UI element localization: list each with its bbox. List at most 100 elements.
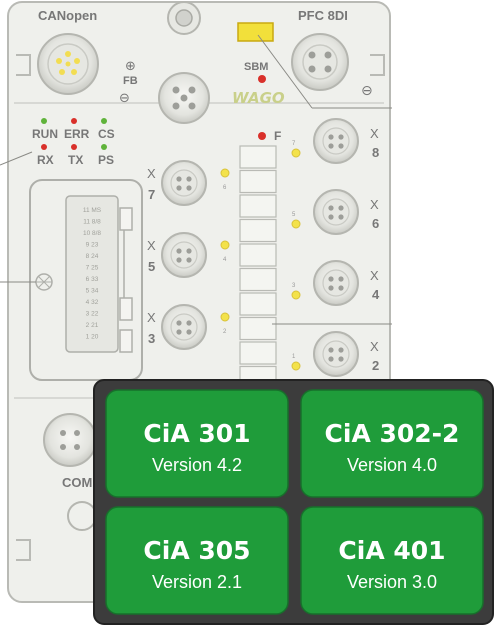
fb-out-icon: ⊖ [119, 90, 130, 105]
com-connector [43, 413, 97, 467]
terminal-slot-label: 8 24 [86, 253, 99, 260]
terminal-slot-label: 10 8/8 [83, 230, 101, 237]
fb-label: FB [123, 75, 138, 87]
port-number-label: 6 [372, 216, 379, 231]
certification-panel: CiA 301Version 4.2CiA 302-2Version 4.0Ci… [93, 379, 494, 625]
m8-port-pin [328, 356, 334, 362]
m8-port-pin [186, 176, 192, 182]
wago-logo: WAGO [232, 89, 285, 107]
sbm-label: SBM [244, 61, 268, 73]
led-tx-label: TX [68, 153, 83, 167]
port-x-label: X [147, 310, 156, 325]
canopen-label: CANopen [38, 8, 97, 23]
terminal-slot-label: 7 25 [86, 265, 99, 272]
port-x-label: X [147, 166, 156, 181]
port-number-label: 4 [372, 287, 380, 302]
m8-port-pin [176, 329, 182, 335]
terminal-slot-label: 4 32 [86, 299, 99, 306]
marker-label-cell [239, 194, 277, 218]
port-led [291, 290, 301, 300]
led-ps-label: PS [98, 153, 114, 167]
port-number-label: 5 [148, 259, 155, 274]
m8-port-pin [176, 257, 182, 263]
port-led [220, 312, 230, 322]
marker-label-cell [239, 316, 277, 341]
sbm-led [258, 75, 266, 83]
m8-port-pin [328, 134, 334, 140]
led-cs-label: CS [98, 127, 115, 141]
output-connector [291, 33, 349, 91]
m8-port-insert [322, 198, 350, 226]
badge-cia-302-2: CiA 302-2 Version 4.0 [300, 389, 484, 498]
port-number-label: 2 [372, 358, 379, 373]
port-x-label: X [147, 238, 156, 253]
top-screw-icon [167, 1, 201, 35]
port-led [220, 168, 230, 178]
marker-label-cell [239, 169, 277, 194]
badge-cia-301: CiA 301 Version 4.2 [105, 389, 289, 498]
power-out-icon: ⊖ [361, 82, 373, 98]
port-x-label: X [370, 197, 379, 212]
port-x-label: X [370, 339, 379, 354]
m8-port-pin [176, 185, 182, 191]
fieldbus-connector [158, 72, 210, 124]
m8-port-insert [322, 269, 350, 297]
port-number-label: 7 [148, 187, 155, 202]
badge-title: CiA 302-2 [325, 419, 460, 448]
m8-port-pin [328, 143, 334, 149]
marker-switch [237, 22, 274, 42]
led-rx-label: RX [37, 153, 54, 167]
badge-title: CiA 301 [143, 419, 250, 448]
terminal-slot-label: 6 33 [86, 276, 99, 283]
com-label: COM [62, 475, 92, 490]
m8-port-insert [322, 127, 350, 155]
device-illustration: CANopen PFC 8DI ⊕ FB ⊖ SBM WAGO ⊖ RUN ER… [0, 1, 494, 625]
m8-port-pin [338, 347, 344, 353]
port-led [220, 240, 230, 250]
m8-port-pin [328, 205, 334, 211]
terminal-slot-label: 2 21 [86, 322, 99, 329]
badge-title: CiA 401 [338, 536, 445, 565]
m8-port-insert [170, 313, 198, 341]
pfc-8di-label: PFC 8DI [298, 8, 348, 23]
port-led [291, 148, 301, 158]
terminal-slot-label: 5 34 [86, 288, 99, 295]
m8-port-pin [176, 248, 182, 254]
port-led [291, 361, 301, 371]
m8-port-pin [338, 356, 344, 362]
badge-version: Version 3.0 [347, 572, 437, 592]
m8-port-pin [338, 276, 344, 282]
m8-port-pin [338, 134, 344, 140]
m8-port-pin [328, 285, 334, 291]
marker-label-cell [239, 145, 277, 169]
port-led [291, 219, 301, 229]
m8-port-pin [338, 214, 344, 220]
port-number-label: 3 [148, 331, 155, 346]
badge-cia-305: CiA 305 Version 2.1 [105, 506, 289, 615]
port-number-label: 8 [372, 145, 379, 160]
m8-port-pin [186, 185, 192, 191]
marker-label-cell [239, 292, 277, 316]
f-label: F [274, 129, 281, 143]
m8-port-pin [328, 347, 334, 353]
m8-port-insert [170, 241, 198, 269]
marker-label-cell [239, 243, 277, 267]
m8-port-pin [176, 176, 182, 182]
badge-title: CiA 305 [143, 536, 250, 565]
badge-version: Version 4.0 [347, 455, 437, 475]
port-x-label: X [370, 268, 379, 283]
marker-label-cell [239, 341, 277, 365]
m8-port-insert [170, 169, 198, 197]
terminal-slot-label: 1 20 [86, 334, 99, 341]
terminal-slot-label: 9 23 [86, 242, 99, 249]
port-x-label: X [370, 126, 379, 141]
marker-label-cell [239, 267, 277, 292]
led-run-label: RUN [32, 127, 58, 141]
led-err-label: ERR [64, 127, 90, 141]
m8-port-pin [176, 320, 182, 326]
m8-port-pin [186, 320, 192, 326]
m8-port-pin [328, 214, 334, 220]
terminal-slot-label: 11 MS [83, 207, 102, 214]
fb-in-icon: ⊕ [125, 58, 136, 73]
terminal-slot-label: 11 8/8 [83, 219, 101, 226]
